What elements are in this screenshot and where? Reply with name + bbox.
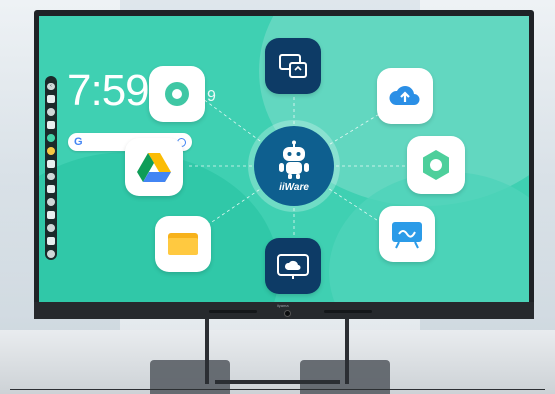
toolbar-item[interactable] [47, 185, 55, 194]
screen-share-app[interactable] [265, 38, 321, 94]
robot-icon [279, 140, 309, 179]
toolbar-item[interactable] [47, 211, 55, 219]
cloud-display-app[interactable] [265, 238, 321, 294]
stand-base [215, 380, 340, 384]
speaker-right [324, 310, 372, 313]
stand-leg-right [345, 318, 349, 384]
cloud-upload-icon [389, 86, 420, 105]
clock-date-partial: 9 [207, 88, 216, 105]
settings-app[interactable] [407, 136, 465, 194]
hub-label: iiWare [279, 181, 309, 193]
whiteboard-app[interactable] [379, 206, 435, 262]
stand-leg-left [205, 318, 209, 384]
speaker-left [209, 310, 257, 313]
cloud-display-icon [277, 254, 309, 279]
iiware-hub[interactable]: iiWare [254, 126, 334, 206]
brand-logo: iiyama [277, 303, 289, 308]
file-folder-app[interactable] [155, 216, 211, 272]
toolbar-item[interactable] [47, 223, 55, 232]
settings-icon [423, 150, 449, 180]
back-icon[interactable]: ‹ [47, 82, 55, 91]
google-drive-app[interactable] [125, 138, 183, 196]
toolbar-item[interactable] [47, 95, 55, 104]
cloud-upload-app[interactable] [377, 68, 433, 124]
toolbar-item[interactable] [47, 146, 55, 155]
google-logo: G [74, 136, 83, 148]
background-floor [0, 330, 555, 394]
clock-time: 7:59 [67, 66, 150, 115]
display-screen: ‹ 7:59 9 G iiWare [39, 16, 529, 302]
sensor-icon [284, 310, 291, 317]
toolbar-item[interactable] [47, 121, 55, 129]
toolbar-item[interactable] [47, 172, 55, 181]
floating-toolbar: ‹ [45, 76, 57, 260]
whiteboard-icon [392, 222, 422, 249]
toolbar-item[interactable] [47, 236, 55, 245]
bottom-rule [10, 389, 545, 390]
screen-share-icon [279, 54, 307, 78]
toolbar-item[interactable] [47, 198, 55, 207]
interactive-display: ‹ 7:59 9 G iiWare iiyama [34, 10, 534, 319]
google-drive-icon [137, 153, 171, 182]
app-launcher-icon [165, 82, 189, 106]
toolbar-item[interactable] [47, 249, 55, 258]
app-launcher-app[interactable] [149, 66, 205, 122]
toolbar-item[interactable] [47, 159, 55, 168]
file-folder-icon [168, 233, 198, 255]
toolbar-item[interactable] [47, 133, 55, 142]
toolbar-item[interactable] [47, 108, 55, 117]
